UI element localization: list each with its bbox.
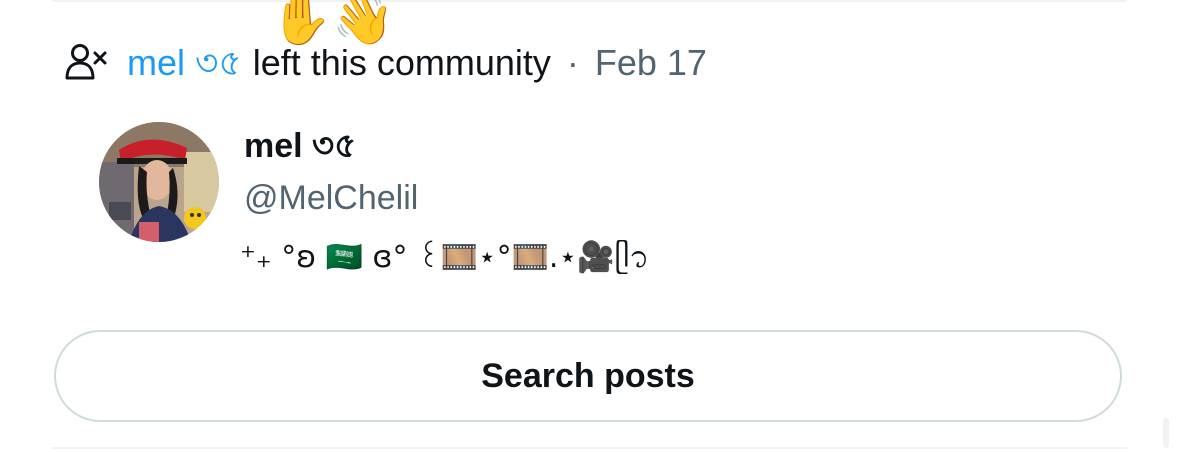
user-handle[interactable]: @MelChelil — [244, 176, 418, 220]
user-name-link[interactable]: mel ৩৫ — [127, 38, 242, 88]
search-posts-button[interactable]: Search posts — [54, 330, 1122, 422]
notification-line: mel ৩৫ left this community · Feb 17 — [64, 38, 707, 88]
top-divider — [52, 0, 1127, 2]
bottom-divider — [52, 447, 1127, 449]
notification-date[interactable]: Feb 17 — [595, 38, 707, 88]
person-x-icon — [65, 44, 107, 80]
action-text: left this community — [252, 42, 551, 83]
community-notification-card: mel ৩৫ left this community · Feb 17 ✋👋 m… — [0, 0, 1179, 452]
avatar-photo — [99, 122, 219, 242]
separator-dot: · — [566, 42, 579, 83]
user-bio: ⁺₊ °ʚ 🇸🇦 ɞ° ꒰🎞️⋆°🎞️.⋆🎥ᥫ᭡ — [240, 240, 650, 275]
display-name[interactable]: mel ৩৫ — [244, 124, 356, 168]
scrollbar[interactable] — [1163, 418, 1169, 448]
avatar[interactable] — [99, 122, 219, 242]
